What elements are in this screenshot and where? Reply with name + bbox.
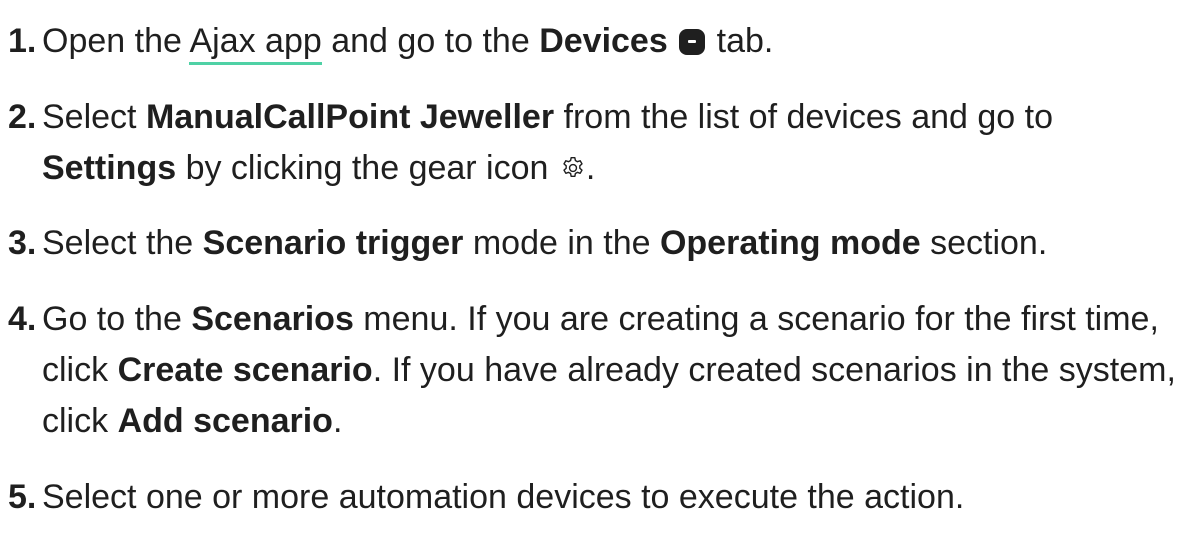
step-number: 1.	[8, 22, 37, 60]
step-text: and go to the	[321, 22, 540, 60]
gear-icon	[563, 157, 583, 178]
step-text: Select the	[42, 224, 203, 262]
settings-label: Settings	[42, 149, 177, 187]
step-1: 1. Open the Ajax app and go to the Devic…	[0, 16, 1180, 67]
step-text: Open the	[42, 22, 190, 60]
add-scenario-label: Add scenario	[117, 402, 333, 440]
step-text: Select	[42, 98, 146, 136]
step-text: .	[332, 402, 343, 440]
operating-mode-label: Operating mode	[659, 224, 921, 262]
step-3: 3. Select the Scenario trigger mode in t…	[0, 218, 1180, 269]
create-scenario-label: Create scenario	[117, 351, 373, 389]
step-4: 4. Go to the Scenarios menu. If you are …	[0, 294, 1180, 447]
step-text: section.	[920, 224, 1048, 262]
step-number: 3.	[8, 224, 37, 262]
step-text: mode in the	[463, 224, 660, 262]
devices-tab-icon	[679, 29, 706, 55]
step-number: 5.	[8, 478, 37, 516]
scenario-trigger-label: Scenario trigger	[202, 224, 464, 262]
step-text: by clicking the gear icon	[176, 149, 558, 187]
step-text: tab.	[707, 22, 774, 60]
step-text: Select one or more automation devices to…	[42, 478, 965, 516]
step-number: 2.	[8, 98, 37, 136]
step-text: .	[585, 149, 596, 187]
devices-label: Devices	[539, 22, 668, 60]
step-5: 5. Select one or more automation devices…	[0, 472, 1180, 523]
step-number: 4.	[8, 300, 37, 338]
ajax-app-link[interactable]: Ajax app	[189, 22, 322, 65]
step-2: 2. Select ManualCallPoint Jeweller from …	[0, 92, 1180, 194]
step-text: from the list of devices and go to	[554, 98, 1054, 136]
device-name-label: ManualCallPoint Jeweller	[145, 98, 555, 136]
step-text: Go to the	[42, 300, 192, 338]
scenarios-label: Scenarios	[191, 300, 354, 338]
